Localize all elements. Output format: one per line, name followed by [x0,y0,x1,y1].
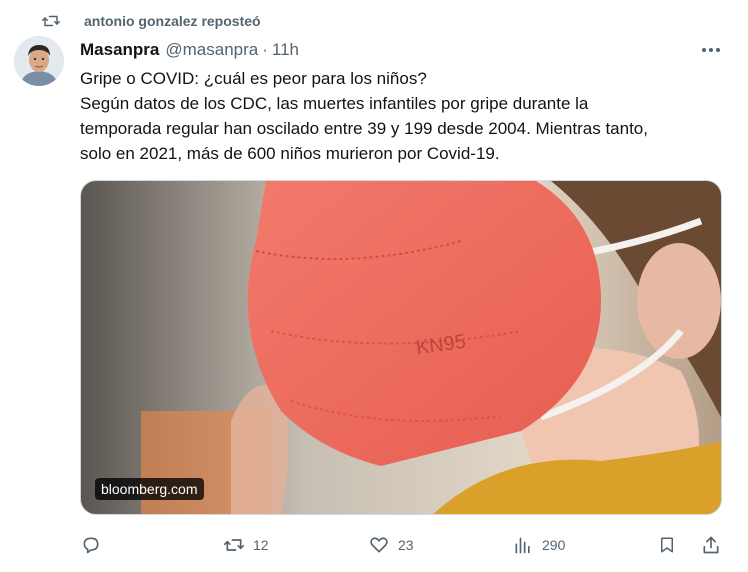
share-button[interactable] [700,532,722,558]
views-count: 290 [542,537,566,553]
share-icon [700,534,722,556]
timestamp[interactable]: 11h [272,40,299,60]
reply-icon [80,534,102,556]
reply-button[interactable] [80,532,102,558]
bookmark-button[interactable] [656,532,678,558]
separator-dot: · [262,40,268,59]
tweet-text-line: Según datos de los CDC, las muertes infa… [80,94,589,113]
tweet-text-line: solo en 2021, más de 600 niños murieron … [80,144,500,163]
repost-label: antonio gonzalez reposteó [84,13,261,29]
repost-banner[interactable]: antonio gonzalez reposteó [42,10,261,32]
heart-icon [368,534,390,556]
avatar[interactable] [14,36,64,86]
more-options-button[interactable] [697,38,725,62]
repost-icon [42,11,62,31]
media-source-label[interactable]: bloomberg.com [95,478,204,500]
tweet-text-line: Gripe o COVID: ¿cuál es peor para los ni… [80,69,427,88]
retweet-icon [223,534,245,556]
like-count: 23 [398,537,414,553]
action-bar: 12 23 290 [80,532,725,558]
retweet-button[interactable]: 12 [223,532,269,558]
views-button[interactable]: 290 [512,532,565,558]
tweet-text-line: temporada regular han oscilado entre 39 … [80,119,648,138]
tweet-header: Masanpra @masanpra · 11h [80,38,299,62]
tweet-media[interactable]: KN95 bloomberg.com [80,180,722,515]
bookmark-icon [656,534,678,556]
more-icon [702,48,720,52]
retweet-count: 12 [253,537,269,553]
author-handle[interactable]: @masanpra [165,40,258,60]
author-name[interactable]: Masanpra [80,40,159,60]
views-icon [512,534,534,556]
media-photo: KN95 [81,181,721,514]
tweet-text: Gripe o COVID: ¿cuál es peor para los ni… [80,66,720,166]
like-button[interactable]: 23 [368,532,414,558]
